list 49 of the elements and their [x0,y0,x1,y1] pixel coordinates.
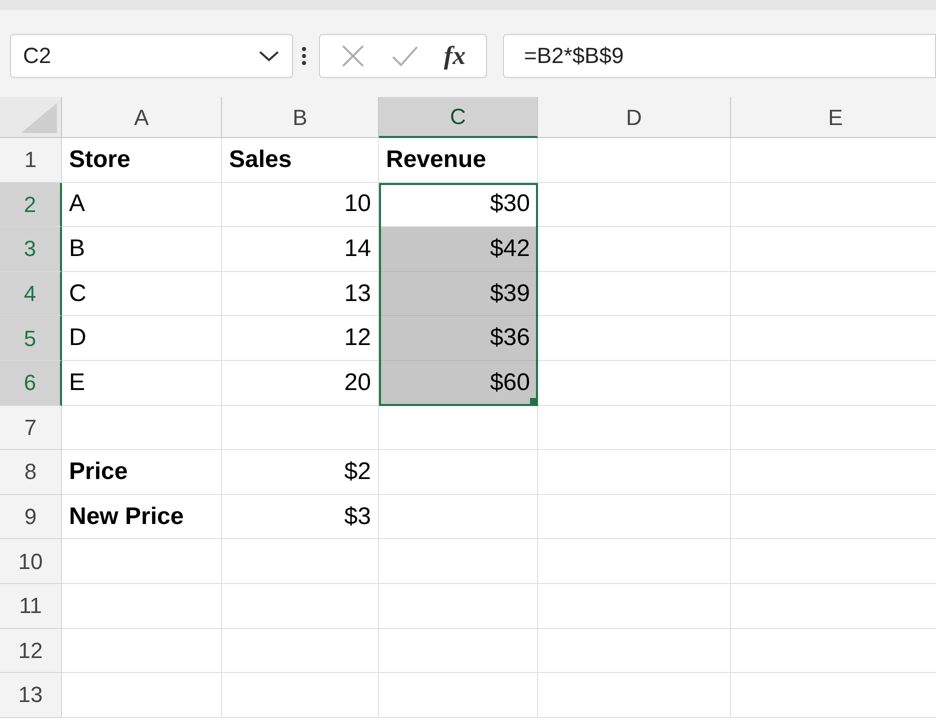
table-cell: $36 [379,316,538,361]
row-header[interactable]: 2 [0,182,62,228]
table-cell: E [62,360,222,406]
table-cell: D [62,316,222,361]
column-header[interactable]: D [538,97,731,138]
table-cell: New Price [62,494,222,540]
formula-text: =B2*$B$9 [524,42,624,70]
table-cell: Revenue [379,138,538,183]
row-header[interactable]: 10 [0,539,62,584]
row-header[interactable]: 7 [0,406,62,450]
table-cell: 10 [222,182,379,228]
row-header[interactable]: 11 [0,584,62,629]
row-header[interactable]: 6 [0,360,62,406]
insert-function-button[interactable]: fx [444,36,466,75]
table-cell: $60 [379,360,538,406]
column-header[interactable]: B [222,97,379,138]
table-cell: $30 [379,182,538,228]
name-box-value: C2 [23,42,52,70]
table-cell: 14 [222,227,379,272]
row-header[interactable]: 12 [0,628,62,674]
table-cell: 20 [222,360,379,406]
table-cell: $3 [222,494,379,540]
table-cell: Price [62,450,222,495]
chevron-down-icon[interactable] [258,48,280,62]
row-header[interactable]: 3 [0,227,62,272]
table-cell: B [62,227,222,272]
name-box[interactable]: C2 [10,34,293,78]
row-header[interactable]: 9 [0,494,62,540]
table-cell: $2 [222,450,379,495]
table-cell: A [62,182,222,228]
column-header[interactable]: C [379,97,538,138]
row-header[interactable]: 5 [0,316,62,361]
formula-field[interactable]: =B2*$B$9 [503,34,936,78]
column-header[interactable]: A [62,97,222,138]
row-header[interactable]: 13 [0,673,62,718]
table-cell: $42 [379,227,538,272]
table-cell: 13 [222,272,379,316]
table-cell: C [62,272,222,316]
close-icon[interactable] [340,42,366,68]
table-cell: Sales [222,138,379,183]
row-header[interactable]: 8 [0,450,62,495]
more-options-icon[interactable] [301,44,307,66]
column-header[interactable]: E [731,97,936,138]
table-cell: Store [62,138,222,183]
row-header[interactable]: 4 [0,272,62,316]
check-icon[interactable] [391,44,420,68]
table-cell: $39 [379,272,538,316]
table-cell: 12 [222,316,379,361]
row-header[interactable]: 1 [0,138,62,183]
